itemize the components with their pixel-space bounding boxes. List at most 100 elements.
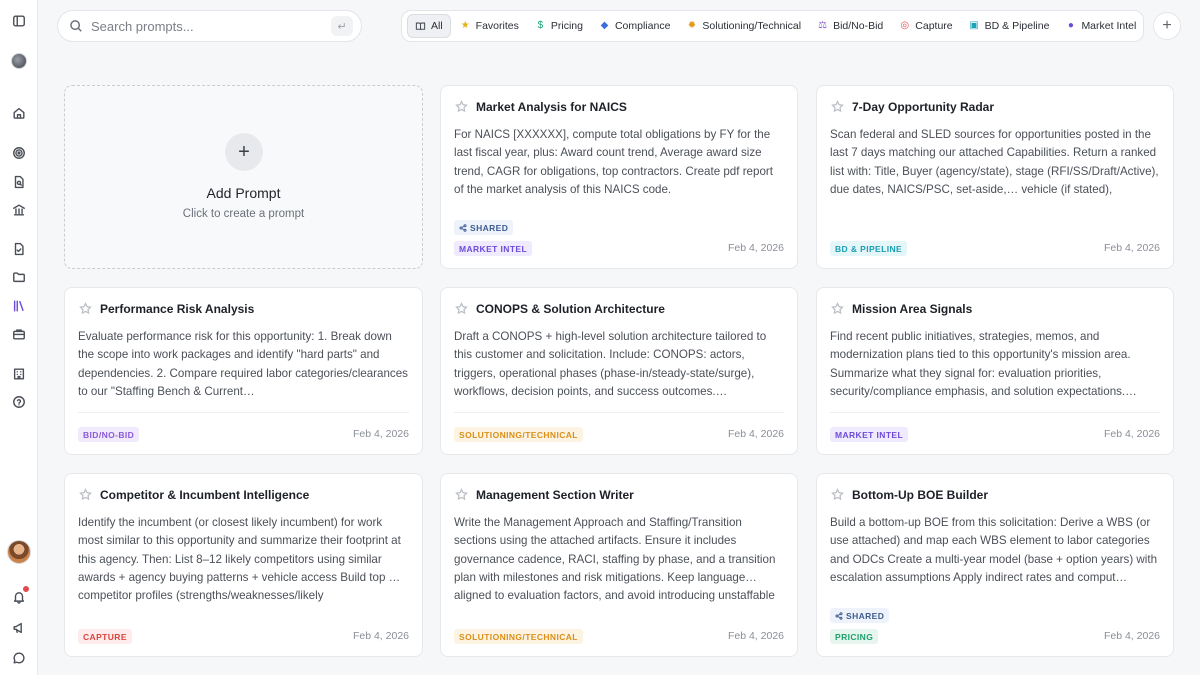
target-icon: ◎ (900, 20, 910, 31)
tab-capture[interactable]: ◎ Capture (892, 14, 959, 38)
prompt-card-date: Feb 4, 2026 (727, 428, 784, 440)
prompt-card[interactable]: Mission Area Signals Find recent public i… (816, 287, 1174, 455)
prompt-card-body: Find recent public initiatives, strategi… (830, 330, 1137, 398)
home-icon[interactable] (11, 105, 27, 121)
building-icon[interactable] (11, 366, 27, 382)
scale-icon: ⚖ (818, 20, 828, 31)
favorite-star-icon[interactable] (455, 488, 468, 501)
target-icon[interactable] (11, 145, 27, 161)
tab-bid-no-bid[interactable]: ⚖ Bid/No-Bid (810, 14, 890, 38)
briefcase-icon[interactable] (11, 326, 27, 342)
prompt-card-date: Feb 4, 2026 (727, 630, 784, 642)
category-tabs: All ★ Favorites $ Pricing ◆ Compliance ✹ Solutio… (401, 10, 1144, 42)
favorite-star-icon[interactable] (831, 302, 844, 315)
plus-icon: + (225, 133, 263, 171)
sidebar-toggle-icon[interactable] (11, 13, 27, 29)
favorite-star-icon[interactable] (79, 488, 92, 501)
prompt-card-body: For NAICS [XXXXXX], compute total obliga… (454, 128, 773, 196)
tab-label: Favorites (475, 20, 519, 32)
prompt-card-title: Management Section Writer (476, 488, 634, 502)
tab-favorites[interactable]: ★ Favorites (453, 14, 526, 38)
bank-icon[interactable] (11, 202, 27, 218)
shared-badge: SHARED (830, 608, 890, 623)
category-tag: BID/NO-BID (78, 427, 140, 442)
user-avatar[interactable] (7, 540, 31, 564)
search-input[interactable] (91, 18, 331, 34)
share-icon (835, 611, 843, 620)
star-icon: ★ (460, 20, 470, 31)
prompt-card-date: Feb 4, 2026 (352, 428, 409, 440)
favorite-star-icon[interactable] (455, 100, 468, 113)
prompt-card-body: Build a bottom-up BOE from this solicita… (830, 516, 1158, 584)
prompt-card[interactable]: Bottom-Up BOE Builder Build a bottom-up B… (816, 473, 1174, 657)
tab-label: Market Intel (1081, 20, 1137, 32)
favorite-star-icon[interactable] (831, 100, 844, 113)
tab-pricing[interactable]: $ Pricing (528, 14, 590, 38)
favorite-star-icon[interactable] (79, 302, 92, 315)
prompt-card[interactable]: CONOPS & Solution Architecture Draft a CO… (440, 287, 798, 455)
add-prompt-subtitle: Click to create a prompt (182, 208, 305, 220)
chat-icon[interactable] (11, 650, 27, 666)
prompt-card[interactable]: Performance Risk Analysis Evaluate perfor… (64, 287, 423, 455)
prompt-card[interactable]: Market Analysis for NAICS For NAICS [XXXX… (440, 85, 798, 269)
prompt-card[interactable]: Management Section Writer Write the Manag… (440, 473, 798, 657)
tab-label: Pricing (550, 20, 583, 32)
tab-label: Bid/No-Bid (833, 20, 884, 32)
tab-label: All (431, 20, 443, 32)
document-search-icon[interactable] (11, 174, 27, 190)
enter-key-icon[interactable]: ↵ (331, 16, 353, 36)
prompt-card-title: 7-Day Opportunity Radar (852, 100, 995, 114)
sidebar (0, 0, 38, 675)
file-check-icon[interactable] (11, 241, 27, 257)
card-divider (830, 412, 1160, 413)
folder-icon[interactable] (11, 269, 27, 285)
tab-market-intel[interactable]: ● Market Intel (1058, 14, 1143, 38)
card-divider (78, 412, 409, 413)
shared-label: SHARED (846, 610, 885, 621)
add-prompt-title: Add Prompt (206, 185, 281, 201)
dollar-icon: $ (537, 20, 544, 31)
prompt-card-date: Feb 4, 2026 (1103, 630, 1160, 642)
tab-all[interactable]: All (407, 14, 451, 38)
prompt-card-title: Market Analysis for NAICS (476, 100, 627, 114)
megaphone-icon[interactable] (11, 620, 27, 636)
prompt-card-date: Feb 4, 2026 (352, 630, 409, 642)
category-tag: MARKET INTEL (830, 427, 909, 442)
add-prompt-card[interactable]: + Add Prompt Click to create a prompt (64, 85, 423, 269)
category-tag: SOLUTIONING/TECHNICAL (454, 629, 583, 644)
prompt-card-body: Write the Management Approach and Staffi… (454, 516, 776, 603)
favorite-star-icon[interactable] (455, 302, 468, 315)
workspace-logo[interactable] (11, 53, 27, 69)
category-tag: MARKET INTEL (454, 241, 533, 256)
search-icon (69, 19, 83, 33)
search-bar: ↵ (57, 10, 362, 42)
tab-label: Capture (915, 20, 953, 32)
library-icon[interactable] (11, 298, 27, 314)
globe-icon: ● (1067, 20, 1074, 31)
tab-solutioning-technical[interactable]: ✹ Solutioning/Technical (679, 14, 808, 38)
prompt-card-title: Bottom-Up BOE Builder (852, 488, 988, 502)
prompt-card-date: Feb 4, 2026 (727, 242, 784, 254)
category-tag: PRICING (830, 629, 879, 644)
prompt-card[interactable]: Competitor & Incumbent Intelligence Ident… (64, 473, 423, 657)
prompt-card-title: Mission Area Signals (852, 302, 973, 316)
shared-badge: SHARED (454, 220, 514, 235)
prompt-card-title: CONOPS & Solution Architecture (476, 302, 665, 316)
tab-compliance[interactable]: ◆ Compliance (592, 14, 677, 38)
gear-icon: ✹ (687, 20, 697, 31)
prompt-card[interactable]: 7-Day Opportunity Radar Scan federal and … (816, 85, 1174, 269)
share-icon (459, 223, 467, 232)
prompt-card-date: Feb 4, 2026 (1103, 242, 1160, 254)
tab-label: BD & Pipeline (984, 20, 1050, 32)
tab-label: Solutioning/Technical (702, 20, 802, 32)
card-divider (454, 412, 784, 413)
favorite-star-icon[interactable] (831, 488, 844, 501)
prompt-card-date: Feb 4, 2026 (1103, 428, 1160, 440)
category-tag: CAPTURE (78, 629, 132, 644)
add-category-button[interactable]: + (1153, 12, 1181, 40)
help-circle-icon[interactable] (11, 394, 27, 410)
category-tag: BD & PIPELINE (830, 241, 908, 256)
shield-icon: ◆ (600, 20, 609, 31)
tab-bd-pipeline[interactable]: ▣ BD & Pipeline (962, 14, 1057, 38)
chart-icon: ▣ (969, 20, 979, 31)
